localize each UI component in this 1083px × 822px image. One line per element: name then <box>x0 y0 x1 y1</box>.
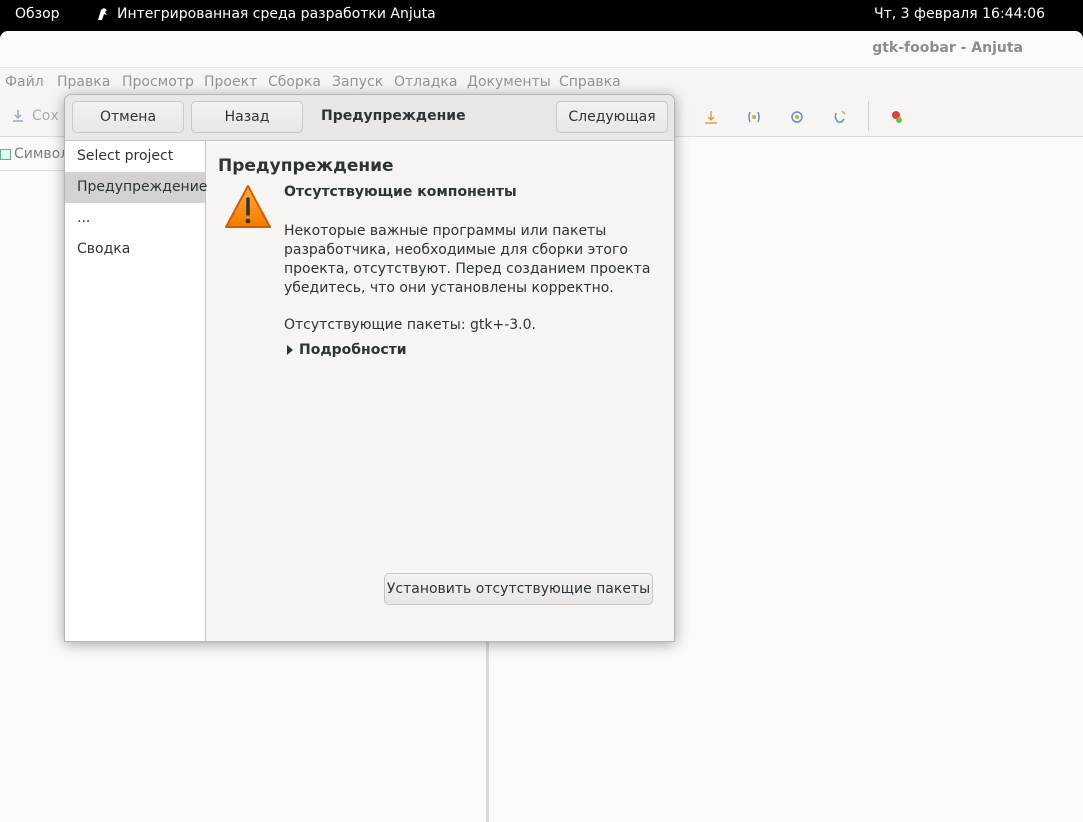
window-titlebar: gtk-foobar - Anjuta <box>0 31 1083 68</box>
gnome-top-bar: Обзор Интегрированная среда разработки A… <box>0 0 1083 31</box>
install-missing-packages-button[interactable]: Установить отсутствующие пакеты <box>384 573 653 605</box>
app-menu-label: Интегрированная среда разработки Anjuta <box>117 6 436 22</box>
step-ellipsis: ... <box>77 210 91 226</box>
dialog-header: Отмена Назад Предупреждение Следующая <box>65 95 674 141</box>
clock[interactable]: Чт, 3 февраля 16:44:06 <box>874 6 1045 22</box>
dialog-title: Предупреждение <box>321 108 466 124</box>
cancel-button[interactable]: Отмена <box>72 101 184 133</box>
assistant-steps-sidebar: Select project Предупреждение ... Сводка <box>65 141 207 641</box>
warning-subheading: Отсутствующие компоненты <box>284 184 517 200</box>
step-into-icon[interactable] <box>703 109 719 125</box>
toolbar-separator <box>868 101 869 131</box>
menubar: Файл Правка Просмотр Проект Сборка Запус… <box>0 68 1083 95</box>
assistant-page-content: Предупреждение Отсутствующие компоненты … <box>207 141 674 641</box>
app-menu[interactable]: Интегрированная среда разработки Anjuta <box>95 6 436 22</box>
window-title: gtk-foobar - Anjuta <box>872 40 1023 56</box>
back-button[interactable]: Назад <box>191 101 303 133</box>
pane-splitter[interactable] <box>486 638 489 822</box>
symbols-tab-label: Символ <box>14 146 70 162</box>
menu-run[interactable]: Запуск <box>332 74 383 90</box>
menu-view[interactable]: Просмотр <box>122 74 194 90</box>
menu-debug[interactable]: Отладка <box>394 74 457 90</box>
details-label: Подробности <box>299 342 407 358</box>
step-over-icon[interactable] <box>746 109 762 125</box>
save-button[interactable]: Сох <box>10 108 59 124</box>
step-out-icon[interactable] <box>789 109 805 125</box>
step-warning: Предупреждение <box>65 172 207 203</box>
menu-edit[interactable]: Правка <box>57 74 110 90</box>
save-label: Сох <box>32 108 59 124</box>
breakpoint-icon[interactable] <box>889 109 905 125</box>
activities-button[interactable]: Обзор <box>15 6 60 22</box>
step-select-project: Select project <box>77 148 174 164</box>
expander-arrow-icon <box>287 345 293 355</box>
anjuta-app-icon <box>98 8 107 20</box>
missing-packages-text: Отсутствующие пакеты: gtk+-3.0. <box>284 317 536 333</box>
warning-icon <box>225 185 271 228</box>
project-assistant-dialog: Отмена Назад Предупреждение Следующая Se… <box>64 94 675 642</box>
save-icon <box>13 110 23 122</box>
menu-documents[interactable]: Документы <box>467 74 551 90</box>
details-expander[interactable]: Подробности <box>287 342 407 358</box>
warning-message: Некоторые важные программы или пакеты ра… <box>284 223 651 296</box>
next-button[interactable]: Следующая <box>556 101 668 133</box>
run-to-cursor-icon[interactable] <box>832 109 848 125</box>
step-summary: Сводка <box>77 241 131 257</box>
menu-build[interactable]: Сборка <box>268 74 321 90</box>
menu-help[interactable]: Справка <box>559 74 621 90</box>
page-heading: Предупреждение <box>218 156 394 176</box>
menu-file[interactable]: Файл <box>5 74 44 90</box>
menu-project[interactable]: Проект <box>204 74 257 90</box>
symbols-icon <box>0 148 11 160</box>
